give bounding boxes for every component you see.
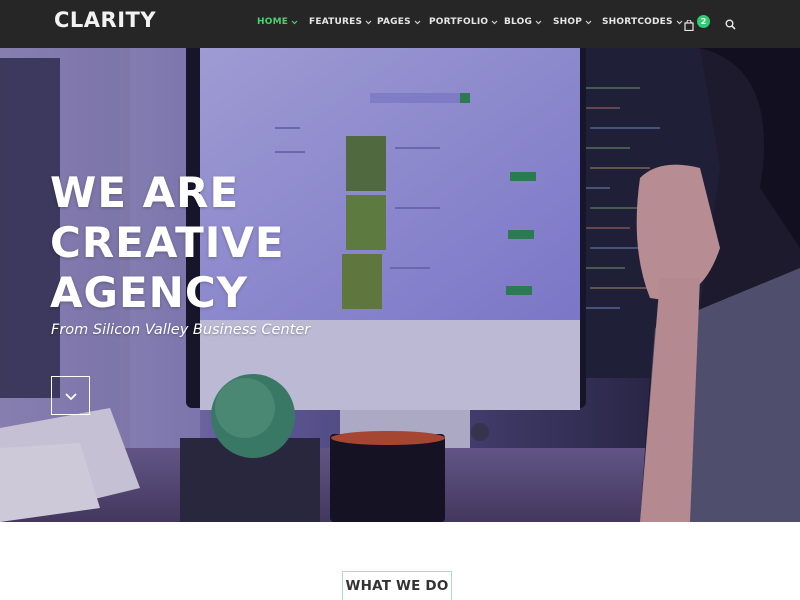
hero-banner: WE ARE CREATIVE AGENCY From Silicon Vall… — [0, 48, 800, 522]
hero-heading-line: CREATIVE — [50, 218, 285, 267]
nav-item-blog[interactable]: BLOG — [504, 15, 542, 29]
nav-item-label: FEATURES — [309, 17, 363, 27]
chevron-down-icon — [585, 19, 592, 26]
chevron-down-icon — [414, 19, 421, 26]
chevron-down-icon — [676, 19, 683, 26]
nav-item-label: SHOP — [553, 17, 583, 27]
chevron-down-icon — [535, 19, 542, 26]
nav-item-shop[interactable]: SHOP — [553, 15, 592, 29]
nav-item-shortcodes[interactable]: SHORTCODES — [602, 15, 683, 29]
nav-item-label: SHORTCODES — [602, 17, 673, 27]
chevron-down-icon — [491, 19, 498, 26]
nav-item-label: BLOG — [504, 17, 533, 27]
section-title: WHAT WE DO — [342, 571, 452, 600]
site-header: CLARITY HOME FEATURES PAGES PORTFOLIO BL… — [0, 0, 800, 48]
nav-item-features[interactable]: FEATURES — [309, 15, 372, 29]
nav-item-label: HOME — [257, 17, 289, 27]
chevron-down-icon — [291, 19, 298, 26]
cart-count-badge: 2 — [697, 14, 710, 28]
shopping-bag-icon — [684, 16, 694, 31]
nav-item-portfolio[interactable]: PORTFOLIO — [429, 15, 498, 29]
cart-button[interactable]: 2 — [684, 13, 710, 31]
scroll-down-button[interactable] — [51, 376, 90, 415]
search-icon[interactable] — [725, 15, 736, 30]
hero-heading-line: WE ARE — [50, 168, 240, 217]
hero-heading-line: AGENCY — [50, 268, 249, 317]
hero-heading: WE ARE CREATIVE AGENCY — [50, 168, 390, 318]
hero-subheading: From Silicon Valley Business Center — [51, 322, 311, 338]
chevron-down-icon — [365, 19, 372, 26]
nav-item-pages[interactable]: PAGES — [377, 15, 421, 29]
nav-item-label: PAGES — [377, 17, 411, 27]
nav-item-home[interactable]: HOME — [257, 15, 298, 29]
nav-item-label: PORTFOLIO — [429, 17, 489, 27]
chevron-down-icon — [64, 386, 78, 405]
main-nav: HOME FEATURES PAGES PORTFOLIO BLOG SHOP … — [0, 15, 800, 29]
